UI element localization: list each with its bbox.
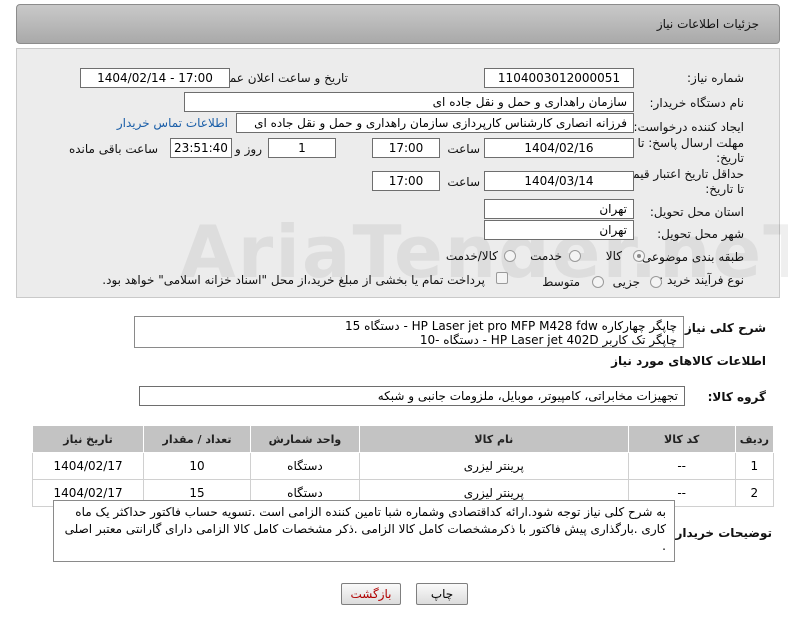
col-header-row-number: ردیف (734, 425, 775, 453)
buyer-notes-label: توضیحات خریدار: (670, 526, 772, 540)
buyer-notes-textarea[interactable]: به شرح کلی نیاز توجه شود.ارائه کداقتصادی… (53, 500, 675, 562)
process-type-label: نوع فرآیند خرید : (659, 273, 744, 287)
col-header-quantity: تعداد / مقدار (143, 425, 251, 453)
cell-need-date: 1404/02/17 (31, 452, 145, 480)
print-button[interactable]: چاپ (416, 583, 468, 605)
announce-date-field[interactable]: 1404/02/14 - 17:00 (80, 68, 230, 88)
creator-field[interactable]: فرزانه انصاری کارشناس کارپردازی سازمان ر… (236, 113, 634, 133)
category-radio-goods[interactable] (633, 250, 645, 262)
province-label: استان محل تحویل: (649, 205, 744, 219)
need-number-label: شماره نیاز: (687, 71, 744, 85)
city-label: شهر محل تحویل: (657, 227, 744, 241)
category-option-goods: کالا (605, 249, 622, 263)
validity-time-field[interactable]: 17:00 (372, 171, 440, 191)
days-remaining-field[interactable]: 1 (268, 138, 336, 158)
goods-group-label: گروه کالا: (707, 390, 766, 404)
table-row[interactable]: 1 -- پرینتر لیزری دستگاه 10 1404/02/17 (31, 452, 775, 480)
cell-row-number: 1 (734, 452, 775, 480)
page-title: جزئیات اطلاعات نیاز (656, 17, 759, 31)
cell-quantity: 10 (143, 452, 251, 480)
buyer-org-field[interactable]: سازمان راهداری و حمل و نقل جاده ای (184, 92, 634, 112)
province-field[interactable]: تهران (484, 199, 634, 219)
treasury-payment-note: پرداخت تمام یا بخشی از مبلغ خرید،از محل … (102, 273, 485, 287)
cell-goods-name: پرینتر لیزری (358, 452, 629, 480)
treasury-payment-checkbox[interactable] (496, 272, 508, 284)
page-header-bar: جزئیات اطلاعات نیاز (16, 4, 780, 44)
cell-row-number: 2 (734, 479, 775, 507)
process-option-medium: متوسط (542, 275, 580, 289)
goods-table-header: ردیف کد کالا نام کالا واحد شمارش تعداد /… (31, 425, 775, 453)
cell-unit: دستگاه (249, 452, 360, 480)
goods-group-field[interactable]: تجهیزات مخابراتی، کامپیوتر، موبایل، ملزو… (139, 386, 685, 406)
deadline-time-label: ساعت (447, 142, 480, 156)
need-description-textarea[interactable]: چاپگر چهارکاره HP Laser jet pro MFP M428… (134, 316, 684, 348)
remaining-time-label: ساعت باقی مانده (68, 142, 158, 156)
process-radio-minor[interactable] (650, 276, 662, 288)
cell-goods-code: -- (627, 452, 736, 480)
creator-label: ایجاد کننده درخواست: (633, 120, 744, 134)
buyer-contact-link[interactable]: اطلاعات تماس خریدار (117, 116, 228, 130)
deadline-date-field[interactable]: 1404/02/16 (484, 138, 634, 158)
col-header-goods-name: نام کالا (358, 425, 629, 453)
category-label: طبقه بندی موضوعی: (637, 250, 744, 264)
category-radio-service[interactable] (569, 250, 581, 262)
col-header-unit: واحد شمارش (249, 425, 360, 453)
category-option-service: خدمت (530, 249, 562, 263)
category-option-goods-service: کالا/خدمت (445, 249, 498, 263)
process-option-minor: جزیی (612, 275, 640, 289)
deadline-time-field[interactable]: 17:00 (372, 138, 440, 158)
validity-time-label: ساعت (447, 175, 480, 189)
deadline-label: مهلت ارسال پاسخ: تا (637, 136, 744, 150)
validity-label-date: تا تاریخ: (705, 182, 744, 196)
col-header-goods-code: کد کالا (627, 425, 736, 453)
col-header-need-date: تاریخ نیاز (31, 425, 145, 453)
goods-section-title: اطلاعات کالاهای مورد نیاز (611, 354, 766, 368)
back-button[interactable]: بازگشت (341, 583, 401, 605)
validity-label: حداقل تاریخ اعتبار قیمت: (617, 167, 744, 181)
city-field[interactable]: تهران (484, 220, 634, 240)
need-description-line-1: چاپگر چهارکاره HP Laser jet pro MFP M428… (344, 319, 677, 333)
days-label: روز و (235, 142, 262, 156)
category-radio-goods-service[interactable] (504, 250, 516, 262)
validity-date-field[interactable]: 1404/03/14 (484, 171, 634, 191)
need-description-line-2: چاپگر تک کاربر HP Laser jet 402D - دستگا… (419, 333, 677, 347)
process-radio-medium[interactable] (592, 276, 604, 288)
deadline-label-date: تاریخ: (716, 151, 744, 165)
remaining-time-field[interactable]: 23:51:40 (170, 138, 232, 158)
goods-table: ردیف کد کالا نام کالا واحد شمارش تعداد /… (31, 425, 775, 507)
need-description-label: شرح کلی نیاز: (680, 321, 766, 335)
need-number-field[interactable]: 1104003012000051 (484, 68, 634, 88)
buyer-org-label: نام دستگاه خریدار: (649, 96, 745, 110)
